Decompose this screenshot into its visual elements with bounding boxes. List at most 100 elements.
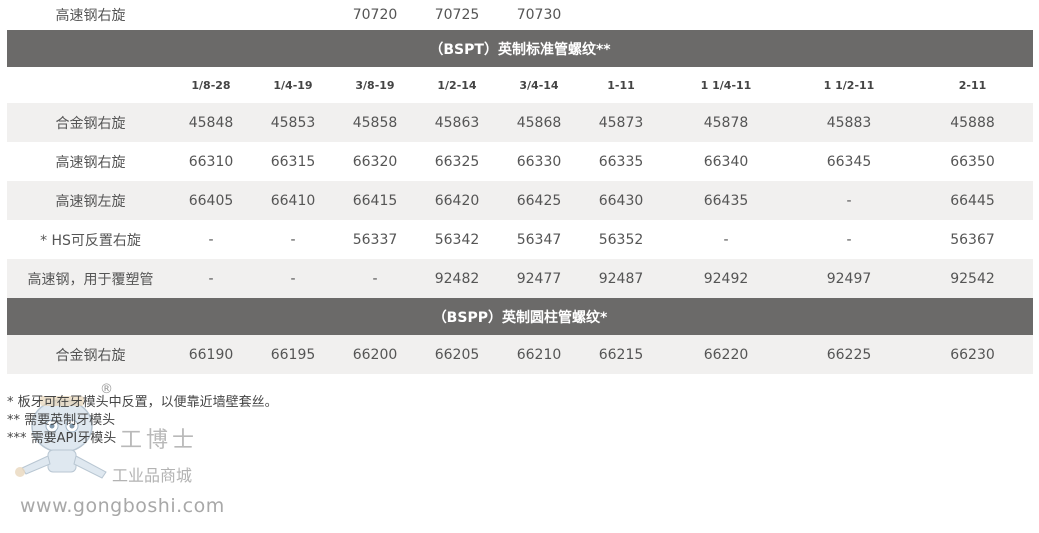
- row-label: 合金钢右旋: [7, 335, 174, 374]
- cell: 66405: [174, 181, 248, 220]
- cell: 56337: [338, 220, 412, 259]
- cell: 66220: [666, 335, 786, 374]
- footnote: *** 需要API牙模头: [7, 431, 117, 446]
- cell: 66420: [412, 181, 502, 220]
- row-label: 合金钢右旋: [7, 103, 174, 142]
- cell: 45878: [666, 103, 786, 142]
- column-header: 1 1/4-11: [700, 78, 752, 92]
- cell: 92487: [576, 259, 666, 298]
- cell: 66200: [338, 335, 412, 374]
- cell: 45848: [174, 103, 248, 142]
- cell: 45858: [338, 103, 412, 142]
- cell: 66445: [912, 181, 1033, 220]
- cell: 56367: [912, 220, 1033, 259]
- cell: 70720: [352, 7, 398, 23]
- cell: [786, 0, 912, 30]
- cell: 92542: [912, 259, 1033, 298]
- table-row: 高速钢左旋 66405 66410 66415 66420 66425 6643…: [7, 181, 1033, 220]
- cell: 45853: [248, 103, 338, 142]
- thread-spec-table-container: 高速钢右旋 70720 70725 70730 （BSPT）英制标准管螺纹** …: [7, 0, 1033, 374]
- column-header: 2-11: [958, 78, 987, 92]
- cell: 66415: [338, 181, 412, 220]
- cell: -: [174, 259, 248, 298]
- row-label: 高速钢右旋: [7, 142, 174, 181]
- row-label: 高速钢左旋: [7, 181, 174, 220]
- cell: 66215: [576, 335, 666, 374]
- table-row: 高速钢，用于覆塑管 - - - 92482 92477 92487 92492 …: [7, 259, 1033, 298]
- watermark-url: www.gongboshi.com: [20, 495, 225, 517]
- row-label: * HS可反置右旋: [7, 220, 174, 259]
- size-header-row: 1/8-28 1/4-19 3/8-19 1/2-14 3/4-14 1-11 …: [7, 67, 1033, 103]
- cell: 66205: [412, 335, 502, 374]
- column-header: 1/4-19: [273, 78, 313, 92]
- cell: 92492: [666, 259, 786, 298]
- cell: [576, 0, 666, 30]
- cell: 66310: [174, 142, 248, 181]
- cell: -: [248, 220, 338, 259]
- row-label: 高速钢右旋: [55, 8, 126, 24]
- cell: [174, 0, 248, 30]
- cell: 66225: [786, 335, 912, 374]
- header-blank: [7, 67, 174, 103]
- cell: 45863: [412, 103, 502, 142]
- cell: 66330: [502, 142, 576, 181]
- cell: -: [786, 220, 912, 259]
- column-header: 1/2-14: [437, 78, 477, 92]
- cell: 66425: [502, 181, 576, 220]
- footnote: * 板牙可在牙模头中反置，以便靠近墙壁套丝。: [7, 395, 278, 410]
- cell: -: [786, 181, 912, 220]
- cell: 66315: [248, 142, 338, 181]
- cell: 56347: [502, 220, 576, 259]
- table-row: 合金钢右旋 66190 66195 66200 66205 66210 6621…: [7, 335, 1033, 374]
- table-row: 合金钢右旋 45848 45853 45858 45863 45868 4587…: [7, 103, 1033, 142]
- cell: 66350: [912, 142, 1033, 181]
- cell: 70725: [434, 7, 480, 23]
- cell: 66345: [786, 142, 912, 181]
- cell: 56352: [576, 220, 666, 259]
- row-label: 高速钢，用于覆塑管: [7, 259, 174, 298]
- cell: [248, 0, 338, 30]
- cell: 66230: [912, 335, 1033, 374]
- cell: 45868: [502, 103, 576, 142]
- cell: -: [248, 259, 338, 298]
- cell: 45873: [576, 103, 666, 142]
- cell: 45883: [786, 103, 912, 142]
- cell: 92482: [412, 259, 502, 298]
- cell: 66410: [248, 181, 338, 220]
- cell: 66340: [666, 142, 786, 181]
- cell: 45888: [912, 103, 1033, 142]
- cell: 66195: [248, 335, 338, 374]
- table-row: * HS可反置右旋 - - 56337 56342 56347 56352 - …: [7, 220, 1033, 259]
- cell: -: [666, 220, 786, 259]
- section-header-bspt: （BSPT）英制标准管螺纹**: [7, 30, 1033, 67]
- cell: 56342: [412, 220, 502, 259]
- footnote: ** 需要英制牙模头: [7, 413, 116, 428]
- cell: 66335: [576, 142, 666, 181]
- cell: 66190: [174, 335, 248, 374]
- cell: -: [174, 220, 248, 259]
- table-row: 高速钢右旋 70720 70725 70730: [7, 0, 1033, 30]
- cell: [912, 0, 1033, 30]
- footnotes: * 板牙可在牙模头中反置，以便靠近墙壁套丝。 ** 需要英制牙模头 *** 需要…: [7, 394, 278, 448]
- column-header: 3/8-19: [355, 78, 395, 92]
- column-header: 3/4-14: [519, 78, 559, 92]
- column-header: 1/8-28: [191, 78, 231, 92]
- cell: 66435: [666, 181, 786, 220]
- cell: [666, 0, 786, 30]
- cell: 92497: [786, 259, 912, 298]
- section-title: （BSPT）英制标准管螺纹**: [7, 30, 1033, 67]
- cell: 66430: [576, 181, 666, 220]
- cell: 66320: [338, 142, 412, 181]
- cell: 66325: [412, 142, 502, 181]
- cell: 66210: [502, 335, 576, 374]
- table-row: 高速钢右旋 66310 66315 66320 66325 66330 6633…: [7, 142, 1033, 181]
- column-header: 1 1/2-11: [823, 78, 875, 92]
- thread-spec-table: 高速钢右旋 70720 70725 70730 （BSPT）英制标准管螺纹** …: [7, 0, 1033, 374]
- cell: -: [338, 259, 412, 298]
- section-title: （BSPP）英制圆柱管螺纹*: [7, 298, 1033, 335]
- cell: 70730: [516, 7, 562, 23]
- cell: 92477: [502, 259, 576, 298]
- watermark-subtitle: 工业品商城: [112, 466, 193, 485]
- section-header-bspp: （BSPP）英制圆柱管螺纹*: [7, 298, 1033, 335]
- column-header: 1-11: [607, 78, 635, 92]
